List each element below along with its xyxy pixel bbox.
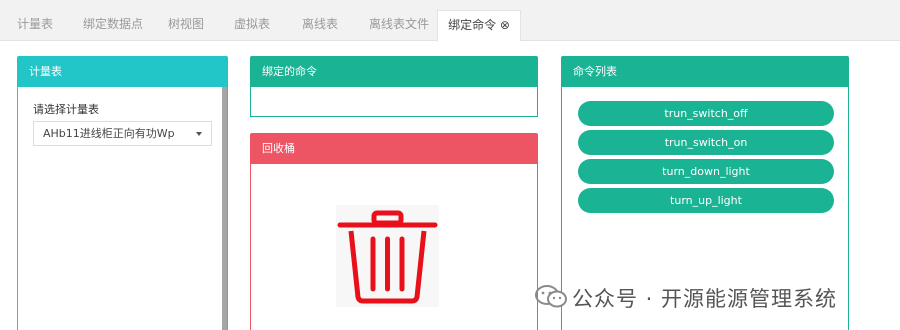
meter-panel-title: 计量表 [17,56,228,87]
command-item[interactable]: trun_switch_off [578,101,834,126]
tab-meter[interactable]: 计量表 [8,10,62,41]
meter-select-value: AHb11进线柜正向有功Wp [43,127,175,140]
meter-select[interactable]: AHb11进线柜正向有功Wp [33,121,212,146]
trash-icon [336,205,439,307]
command-item[interactable]: turn_down_light [578,159,834,184]
bound-commands-title: 绑定的命令 [250,56,538,87]
tab-offline-meter[interactable]: 离线表 [294,10,346,41]
bound-commands-panel: 绑定的命令 [250,56,538,117]
meter-panel: 计量表 请选择计量表 AHb11进线柜正向有功Wp [17,56,228,330]
recycle-bin-panel: 回收桶 [250,133,538,330]
tab-virtual-meter[interactable]: 虚拟表 [226,10,278,41]
chevron-down-icon [196,132,202,136]
tab-bar: 计量表 绑定数据点 树视图 虚拟表 离线表 离线表文件 绑定命令 ⊗ [0,0,900,42]
tab-bind-datapoint[interactable]: 绑定数据点 [74,10,152,41]
select-meter-label: 请选择计量表 [33,103,99,116]
wechat-icon [535,285,567,308]
bound-commands-dropzone[interactable] [250,87,538,117]
tab-tree-view[interactable]: 树视图 [160,10,212,41]
recycle-bin-title: 回收桶 [250,133,538,164]
watermark: 公众号 · 开源能源管理系统 [532,275,892,315]
watermark-text: 公众号 · 开源能源管理系统 [572,287,838,311]
tab-bind-command[interactable]: 绑定命令 ⊗ [437,10,521,42]
tab-offline-meter-file[interactable]: 离线表文件 [360,10,438,41]
recycle-bin-dropzone[interactable] [250,164,538,330]
command-list-title: 命令列表 [561,56,849,87]
command-item[interactable]: turn_up_light [578,188,834,213]
command-item[interactable]: trun_switch_on [578,130,834,155]
scrollbar[interactable] [222,87,227,330]
meter-panel-body: 请选择计量表 AHb11进线柜正向有功Wp [17,87,228,330]
